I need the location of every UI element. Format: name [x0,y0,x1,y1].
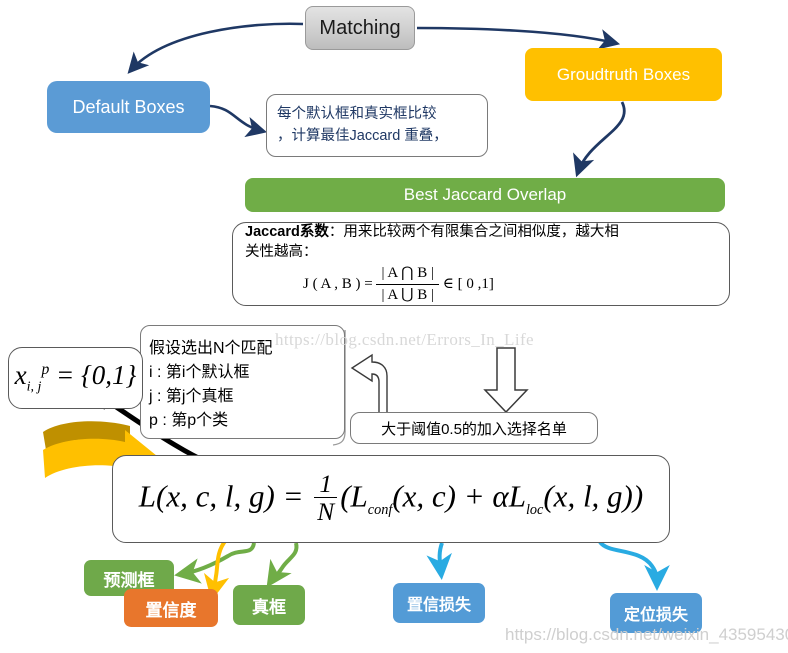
loss-loc-sub: loc [525,501,544,518]
assume-line-1: 假设选出N个匹配 [149,340,273,357]
arrow-matching-to-default [127,22,304,74]
jaccard-formula-range: ∈ [ 0 ,1] [442,276,494,293]
assume-line-2: i : 第i个默认框 [149,364,250,381]
node-best-jaccard-overlap[interactable]: Best Jaccard Overlap [245,178,725,212]
assume-line-3: j : 第j个真框 [149,388,234,405]
block-arrow-curve-left [350,353,388,418]
label-loc-loss[interactable]: 定位损失 [610,593,702,633]
node-groundtruth-boxes[interactable]: Groudtruth Boxes [525,48,722,101]
block-arrow-down [483,347,529,414]
note-compare-box: 每个默认框和真实框比较 ，计算最佳Jaccard 重叠， [266,94,488,157]
jaccard-label: Jaccard系数 [245,223,329,240]
note-jaccard-definition: Jaccard系数：用来比较两个有限集合之间相似度，越大相 关性越高： J ( … [232,222,730,306]
xij-sub: i, j [26,378,42,395]
xij-var: x [14,360,27,391]
node-default-boxes[interactable]: Default Boxes [47,81,210,133]
loss-frac-den: N [317,498,335,527]
jaccard-formula-numerator: | A ⋂ B | [376,263,439,286]
loss-conf-args: (x, c) [392,478,456,514]
jaccard-formula-denominator: | A ⋃ B | [381,287,434,304]
arrow-conf-to-confloss [426,542,452,580]
jaccard-formula: J ( A , B ) = | A ⋂ B | | A ⋃ B | ∈ [ 0 … [303,263,619,306]
loss-loc-term: L [508,478,526,514]
formula-loss: L(x, c, l, g) = 1 N (Lconf(x, c) + αLloc… [112,455,670,543]
jaccard-desc-line1: ：用来比较两个有限集合之间相似度，越大相 [328,223,619,240]
arrow-matching-to-groundtruth [416,26,621,50]
note-compare-line2: ，计算最佳Jaccard 重叠， [277,127,448,144]
label-true-box[interactable]: 真框 [233,585,305,625]
loss-conf-sub: conf [367,501,393,518]
note-assumptions: 假设选出N个匹配 i : 第i个默认框 j : 第j个真框 p : 第p个类 [140,325,345,439]
formula-xij: xi, jp = {0,1} [8,347,143,409]
label-confidence[interactable]: 置信度 [124,589,218,627]
loss-plus: + [463,478,485,514]
note-compare-line1: 每个默认框和真实框比较 [277,106,437,123]
arrow-loss-to-confidence [203,538,230,601]
loss-loc-args: (x, l, g)) [543,478,644,514]
arrow-loss-to-pred [174,542,256,584]
note-threshold: 大于阈值0.5的加入选择名单 [350,412,598,444]
label-conf-loss[interactable]: 置信损失 [393,583,485,623]
arrow-loc-to-locloss [598,540,670,591]
xij-sup: p [41,361,50,379]
assume-line-4: p : 第p个类 [149,412,229,429]
loss-frac-num: 1 [314,470,338,499]
diagram-canvas: Matching Default Boxes Groudtruth Boxes … [0,0,788,653]
loss-alpha: α [492,478,509,514]
arrow-default-to-note [209,104,268,138]
arrow-loss-to-truth [266,542,299,588]
jaccard-formula-lhs: J ( A , B ) = [303,276,373,293]
jaccard-desc-line2: 关性越高： [245,244,318,260]
node-matching[interactable]: Matching [305,6,415,50]
arrow-groundtruth-to-bjo [573,101,626,178]
loss-conf-term: L [350,478,368,514]
loss-lhs: L(x, c, l, g) = [138,478,304,514]
xij-eq-rhs: = {0,1} [56,360,137,391]
loss-open-paren: ( [340,478,351,514]
